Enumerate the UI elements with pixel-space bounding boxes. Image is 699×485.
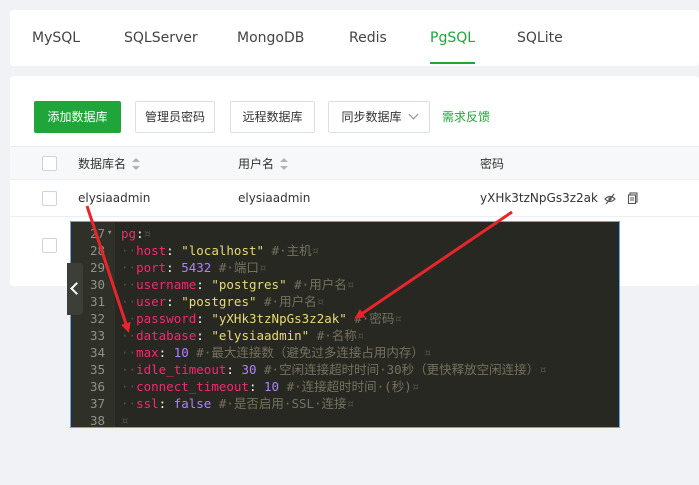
tab-pgsql[interactable]: PgSQL <box>430 10 476 66</box>
feedback-link[interactable]: 需求反馈 <box>442 101 490 133</box>
code-text: ··port: 5432 #·端口¤ <box>121 260 267 275</box>
sync-database-label: 同步数据库 <box>341 110 402 124</box>
table-header: 数据库名 用户名 密码 <box>10 146 699 180</box>
row-username: elysiaadmin <box>238 191 311 205</box>
column-header-user-label: 用户名 <box>238 157 275 171</box>
row-checkbox[interactable] <box>42 238 57 253</box>
select-all-checkbox[interactable] <box>42 156 57 171</box>
tab-sqlserver[interactable]: SQLServer <box>124 10 198 66</box>
copy-icon[interactable] <box>627 192 639 204</box>
hide-password-icon[interactable] <box>604 193 616 205</box>
code-text: ··idle_timeout: 30 #·空闲连接超时时间·30秒（更快释放空闲… <box>121 362 547 377</box>
admin-password-button[interactable]: 管理员密码 <box>135 101 215 133</box>
sync-database-dropdown[interactable]: 同步数据库 <box>328 101 430 133</box>
row-database-name: elysiaadmin <box>78 191 151 205</box>
code-text: ··ssl: false #·是否启用·SSL·连接¤ <box>121 396 355 411</box>
row-checkbox[interactable] <box>42 191 57 206</box>
tab-mongodb[interactable]: MongoDB <box>237 10 304 66</box>
collapse-sidebar-button[interactable] <box>67 263 83 315</box>
sort-icon <box>280 158 289 170</box>
code-text: ··user: "postgres" #·用户名¤ <box>121 294 325 309</box>
chevron-down-icon <box>408 109 418 120</box>
column-header-user[interactable]: 用户名 <box>238 147 289 181</box>
database-type-tabs: MySQL SQLServer MongoDB Redis PgSQL SQLi… <box>10 10 699 66</box>
line-number: 38 <box>89 413 105 428</box>
code-text: ··host: "localhost" #·主机¤ <box>121 243 320 258</box>
line-number: 36 <box>89 379 105 394</box>
sort-icon <box>132 158 141 170</box>
add-database-button[interactable]: 添加数据库 <box>34 101 121 133</box>
code-text: ··connect_timeout: 10 #·连接超时时间·(秒)¤ <box>121 379 420 394</box>
line-number: 37 <box>89 396 105 411</box>
code-text: ··password: "yXHk3tzNpGs3z2ak" #·密码¤ <box>121 311 402 326</box>
code-text: ¤ <box>121 413 129 428</box>
tab-redis[interactable]: Redis <box>349 10 387 66</box>
row-password: yXHk3tzNpGs3z2ak <box>480 191 598 205</box>
line-number: 35 <box>89 362 105 377</box>
tab-mysql[interactable]: MySQL <box>32 10 80 66</box>
code-text: ··username: "postgres" #·用户名¤ <box>121 277 355 292</box>
code-text: ··max: 10 #·最大连接数（避免过多连接占用内存）¤ <box>121 345 432 360</box>
code-text: ··database: "elysiaadmin" #·名称¤ <box>121 328 365 343</box>
column-header-name[interactable]: 数据库名 <box>78 147 141 181</box>
code-editor[interactable]: 27 ▾ pg:¤ 28 ··host: "localhost" #·主机¤ 29 ··po… <box>70 221 620 428</box>
line-number: 27 <box>89 226 105 241</box>
remote-database-button[interactable]: 远程数据库 <box>230 101 315 133</box>
line-number: 33 <box>89 328 105 343</box>
line-number: 28 <box>89 243 105 258</box>
tab-sqlite[interactable]: SQLite <box>517 10 563 66</box>
table-row: elysiaadmin elysiaadmin yXHk3tzNpGs3z2ak <box>10 180 699 217</box>
fold-icon[interactable]: ▾ <box>107 225 112 242</box>
line-number: 34 <box>89 345 105 360</box>
column-header-name-label: 数据库名 <box>78 157 127 171</box>
code-text: pg:¤ <box>121 226 152 241</box>
column-header-password: 密码 <box>480 157 505 171</box>
